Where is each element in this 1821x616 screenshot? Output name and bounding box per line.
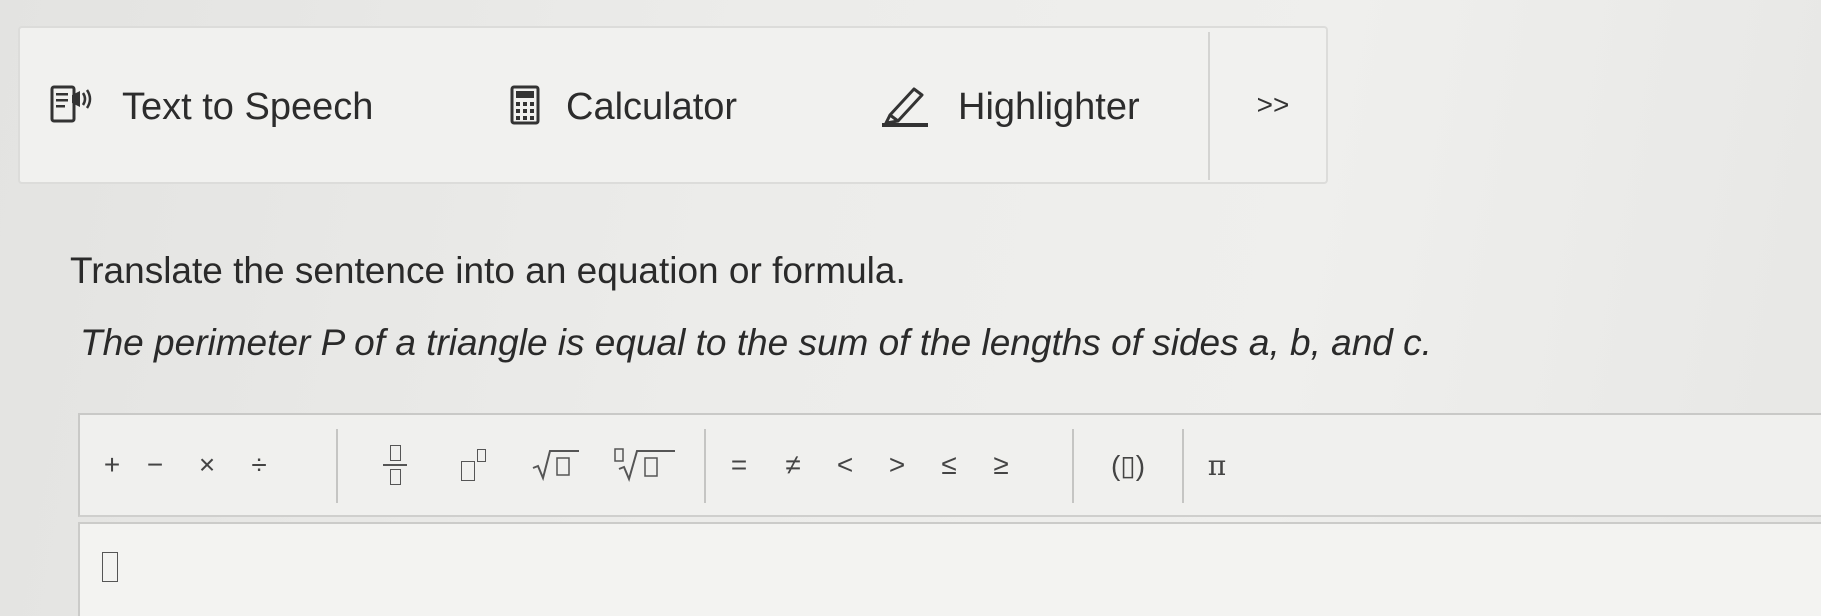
not-equal-key[interactable]: ≠ [776,415,810,515]
text-to-speech-label: Text to Speech [122,85,374,128]
pi-key[interactable]: π [1200,415,1234,515]
palette-divider [704,429,706,503]
text-to-speech-button[interactable]: Text to Speech [50,28,373,186]
greater-equal-key[interactable]: ≥ [984,415,1018,515]
exponent-icon [459,449,489,481]
highlighter-label: Highlighter [958,85,1140,128]
minus-key[interactable]: − [138,415,172,515]
expand-toolbar-button[interactable]: >> [1220,28,1326,182]
fraction-icon [383,445,407,485]
multiply-key[interactable]: × [190,415,224,515]
calculator-icon [510,85,540,130]
less-than-key[interactable]: < [828,415,862,515]
input-placeholder-box [102,552,118,582]
equals-key[interactable]: = [722,415,756,515]
question-instruction: Translate the sentence into an equation … [70,250,906,291]
speaker-icon [50,85,96,130]
plus-key[interactable]: + [95,415,129,515]
divide-key[interactable]: ÷ [242,415,276,515]
answer-input[interactable] [78,522,1821,616]
square-root-icon [531,448,581,482]
square-root-key[interactable] [528,415,584,515]
exponent-key[interactable] [452,415,496,515]
nth-root-key[interactable] [610,415,680,515]
nth-root-icon [613,447,677,483]
highlighter-pen-icon [880,83,932,132]
less-equal-key[interactable]: ≤ [932,415,966,515]
math-palette: + − × ÷ = ≠ < > ≤ ≥ (▯) π [78,413,1821,517]
calculator-button[interactable]: Calculator [510,28,737,186]
palette-divider [1072,429,1074,503]
toolbar-divider [1208,32,1210,180]
calculator-label: Calculator [566,85,738,128]
palette-divider [1182,429,1184,503]
parentheses-key[interactable]: (▯) [1096,415,1160,515]
question-sentence: The perimeter P of a triangle is equal t… [80,322,1432,363]
accessibility-toolbar: Text to Speech Calculator Highlighter >> [18,26,1328,184]
fraction-key[interactable] [370,415,420,515]
highlighter-button[interactable]: Highlighter [880,28,1140,186]
palette-divider [336,429,338,503]
greater-than-key[interactable]: > [880,415,914,515]
